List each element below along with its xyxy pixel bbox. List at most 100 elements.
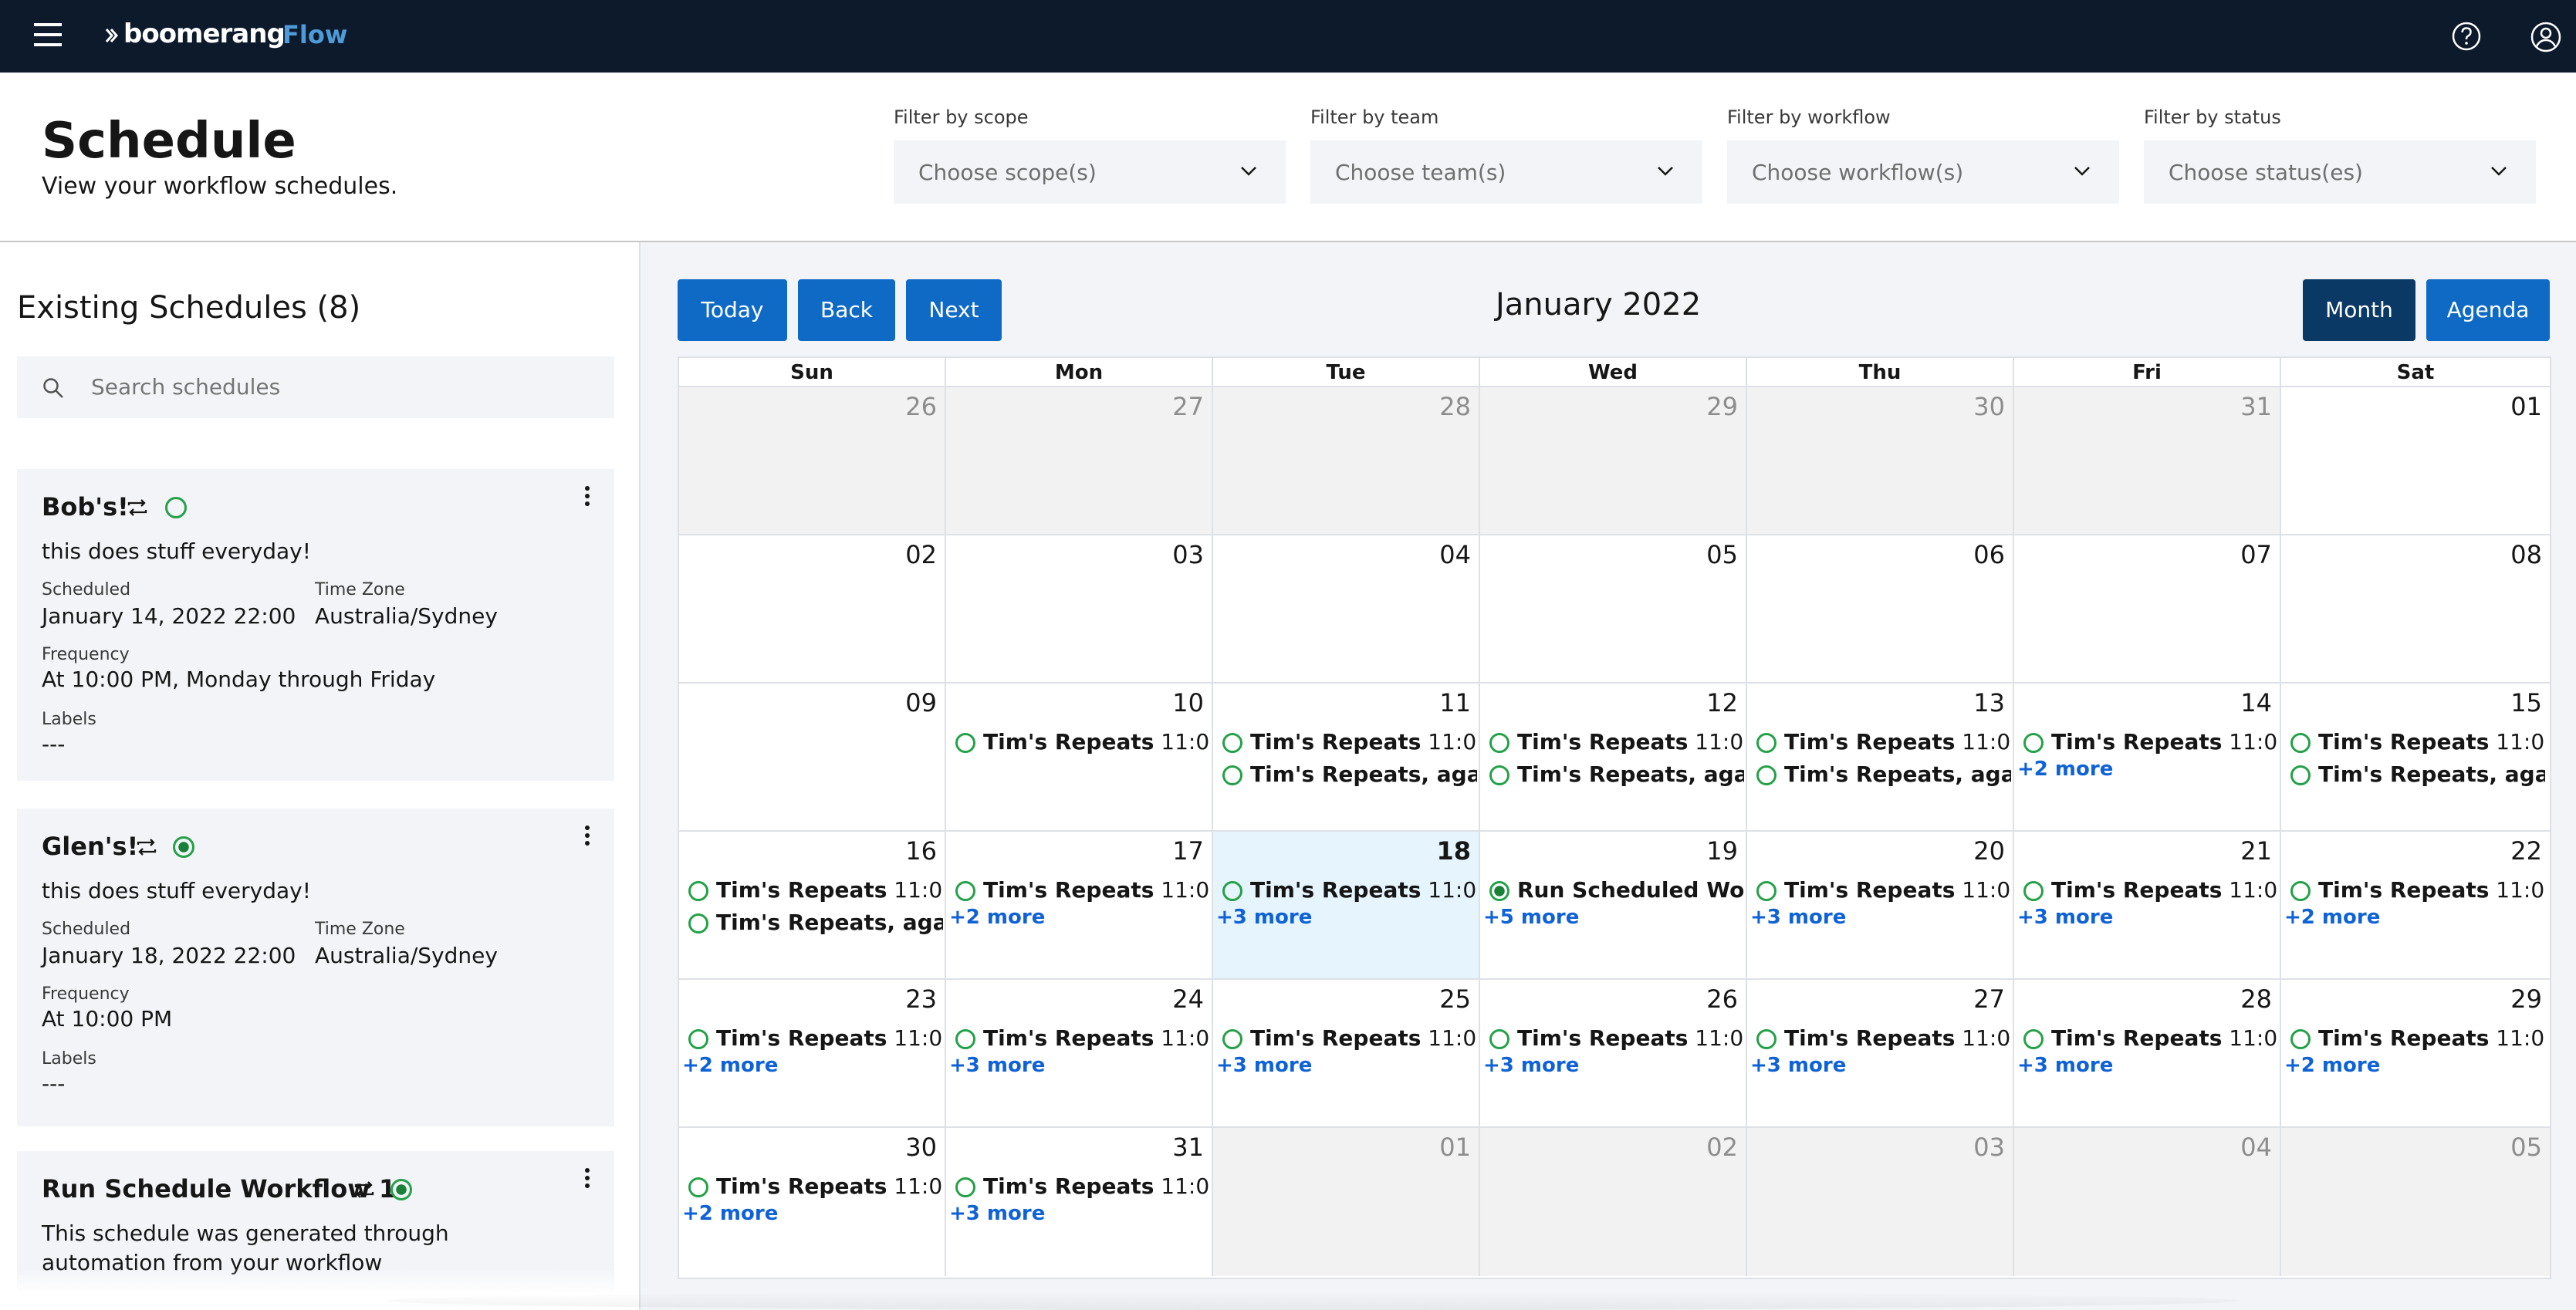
calendar-day-cell[interactable]: 29Tim's Repeats 11:00 am+2 more xyxy=(2281,980,2550,1128)
day-number[interactable]: 05 xyxy=(1706,540,1738,569)
next-button[interactable]: Next xyxy=(906,279,1002,341)
day-number[interactable]: 17 xyxy=(1172,836,1204,866)
day-number[interactable]: 31 xyxy=(1172,1133,1204,1162)
show-more-link[interactable]: +3 more xyxy=(1750,1054,1846,1077)
calendar-day-cell[interactable]: 02 xyxy=(1480,1128,1747,1276)
calendar-day-cell[interactable]: 30Tim's Repeats 11:00 am+2 more xyxy=(679,1128,946,1276)
day-number[interactable]: 21 xyxy=(2240,836,2272,866)
calendar-day-cell[interactable]: 03 xyxy=(946,535,1213,684)
calendar-event[interactable]: Tim's Repeats, again xyxy=(2290,759,2545,790)
day-number[interactable]: 29 xyxy=(1706,392,1738,421)
calendar-event[interactable]: Tim's Repeats 11:00 am xyxy=(2290,727,2545,758)
day-number[interactable]: 28 xyxy=(1439,392,1471,421)
calendar-event[interactable]: Tim's Repeats, again xyxy=(688,907,943,938)
calendar-event[interactable]: Tim's Repeats 11:00 am xyxy=(955,1171,1210,1202)
day-number[interactable]: 06 xyxy=(1973,540,2005,569)
schedule-card[interactable]: Glen's! this does stuff everyday! Schedu… xyxy=(17,809,614,1126)
calendar-day-cell[interactable]: 27 xyxy=(946,387,1213,535)
calendar-event[interactable]: Tim's Repeats 11:00 am xyxy=(1222,1023,1477,1054)
day-number[interactable]: 02 xyxy=(1706,1133,1738,1162)
show-more-link[interactable]: +2 more xyxy=(2284,1054,2380,1077)
calendar-day-cell[interactable]: 13 Tim's Repeats 11:00 am Tim's Repeats, a… xyxy=(1747,684,2014,832)
calendar-day-cell[interactable]: 15 Tim's Repeats 11:00 am Tim's Repeats, a… xyxy=(2281,684,2550,832)
calendar-event[interactable]: Tim's Repeats 11:00 am xyxy=(688,1171,943,1202)
calendar-day-cell[interactable]: 05 xyxy=(1480,535,1747,684)
show-more-link[interactable]: +2 more xyxy=(2017,758,2113,781)
calendar-day-cell[interactable]: 20Tim's Repeats 11:00 am+3 more xyxy=(1747,832,2014,980)
calendar-event[interactable]: Tim's Repeats 11:00 am xyxy=(955,727,1210,758)
show-more-link[interactable]: +3 more xyxy=(1483,1054,1579,1077)
show-more-link[interactable]: +3 more xyxy=(949,1054,1045,1077)
team-dropdown[interactable]: Choose team(s) xyxy=(1310,140,1702,204)
calendar-day-cell[interactable]: 11 Tim's Repeats 11:00 am Tim's Repeats, a… xyxy=(1213,684,1480,832)
calendar-day-cell[interactable]: 26 xyxy=(679,387,946,535)
scope-dropdown[interactable]: Choose scope(s) xyxy=(894,140,1286,204)
search-input[interactable] xyxy=(91,356,585,418)
calendar-event[interactable]: Tim's Repeats 11:00 am xyxy=(688,1023,943,1054)
calendar-day-cell[interactable]: 04 xyxy=(2014,1128,2281,1276)
calendar-event[interactable]: Tim's Repeats 11:00 am xyxy=(955,1023,1210,1054)
day-number[interactable]: 18 xyxy=(1436,836,1471,866)
day-number[interactable]: 04 xyxy=(2240,1133,2272,1162)
calendar-event[interactable]: Run Scheduled Workflow xyxy=(1489,875,1744,906)
calendar-event[interactable]: Tim's Repeats 11:00 am xyxy=(1756,1023,2011,1054)
calendar-event[interactable]: Tim's Repeats 11:00 am xyxy=(2290,875,2545,906)
calendar-day-cell[interactable]: 06 xyxy=(1747,535,2014,684)
day-number[interactable]: 26 xyxy=(905,392,937,421)
day-number[interactable]: 04 xyxy=(1439,540,1471,569)
calendar-day-cell[interactable]: 08 xyxy=(2281,535,2550,684)
calendar-event[interactable]: Tim's Repeats 11:00 am xyxy=(2023,727,2278,758)
day-number[interactable]: 02 xyxy=(905,540,937,569)
show-more-link[interactable]: +3 more xyxy=(2017,1054,2113,1077)
schedule-card[interactable]: Bob's! this does stuff everyday! Schedul… xyxy=(17,469,614,781)
day-number[interactable]: 24 xyxy=(1172,984,1204,1014)
help-icon[interactable] xyxy=(2451,21,2482,52)
calendar-event[interactable]: Tim's Repeats, again xyxy=(1756,759,2011,790)
status-dropdown[interactable]: Choose status(es) xyxy=(2144,140,2536,204)
calendar-day-cell[interactable]: 28 Tim's Repeats 11:00 am+3 more xyxy=(2014,980,2281,1128)
calendar-day-cell[interactable]: 25 Tim's Repeats 11:00 am+3 more xyxy=(1213,980,1480,1128)
day-number[interactable]: 10 xyxy=(1172,688,1204,717)
day-number[interactable]: 01 xyxy=(1439,1133,1471,1162)
day-number[interactable]: 31 xyxy=(2240,392,2272,421)
calendar-day-cell[interactable]: 04 xyxy=(1213,535,1480,684)
calendar-day-cell[interactable]: 23Tim's Repeats 11:00 am+2 more xyxy=(679,980,946,1128)
show-more-link[interactable]: +2 more xyxy=(2284,906,2380,929)
day-number[interactable]: 08 xyxy=(2510,540,2542,569)
calendar-event[interactable]: Tim's Repeats, again xyxy=(1222,759,1477,790)
calendar-day-cell[interactable]: 16 Tim's Repeats 11:00 am Tim's Repeats, a… xyxy=(679,832,946,980)
show-more-link[interactable]: +3 more xyxy=(1216,1054,1312,1077)
calendar-event[interactable]: Tim's Repeats 11:00 am xyxy=(1756,875,2011,906)
day-number[interactable]: 14 xyxy=(2240,688,2272,717)
calendar-day-cell[interactable]: 14 Tim's Repeats 11:00 am+2 more xyxy=(2014,684,2281,832)
calendar-day-cell[interactable]: 26Tim's Repeats 11:00 am+3 more xyxy=(1480,980,1747,1128)
calendar-day-cell[interactable]: 09 xyxy=(679,684,946,832)
calendar-event[interactable]: Tim's Repeats 11:00 am xyxy=(2023,1023,2278,1054)
day-number[interactable]: 03 xyxy=(1172,540,1204,569)
day-number[interactable]: 27 xyxy=(1172,392,1204,421)
overflow-menu-icon[interactable] xyxy=(585,1168,591,1191)
calendar-event[interactable]: Tim's Repeats 11:00 am xyxy=(1756,727,2011,758)
day-number[interactable]: 16 xyxy=(905,836,937,866)
day-number[interactable]: 26 xyxy=(1706,984,1738,1014)
day-number[interactable]: 29 xyxy=(2510,984,2542,1014)
show-more-link[interactable]: +2 more xyxy=(682,1202,778,1225)
calendar-day-cell[interactable]: 29 xyxy=(1480,387,1747,535)
day-number[interactable]: 28 xyxy=(2240,984,2272,1014)
day-number[interactable]: 27 xyxy=(1973,984,2005,1014)
day-number[interactable]: 01 xyxy=(2510,392,2542,421)
calendar-day-cell[interactable]: 31Tim's Repeats 11:00 am+3 more xyxy=(946,1128,1213,1276)
calendar-event[interactable]: Tim's Repeats 11:00 am xyxy=(688,875,943,906)
calendar-event[interactable]: Tim's Repeats 11:00 am xyxy=(1222,875,1477,906)
calendar-event[interactable]: Tim's Repeats 11:00 am xyxy=(1489,727,1744,758)
calendar-day-cell[interactable]: 03 xyxy=(1747,1128,2014,1276)
calendar-day-cell[interactable]: 07 xyxy=(2014,535,2281,684)
day-number[interactable]: 12 xyxy=(1706,688,1738,717)
brand-name[interactable]: boomerang xyxy=(123,19,286,49)
day-number[interactable]: 30 xyxy=(1973,392,2005,421)
menu-icon[interactable] xyxy=(34,23,62,46)
day-number[interactable]: 20 xyxy=(1973,836,2005,866)
day-number[interactable]: 25 xyxy=(1439,984,1471,1014)
show-more-link[interactable]: +3 more xyxy=(2017,906,2113,929)
calendar-day-cell[interactable]: 01 xyxy=(2281,387,2550,535)
